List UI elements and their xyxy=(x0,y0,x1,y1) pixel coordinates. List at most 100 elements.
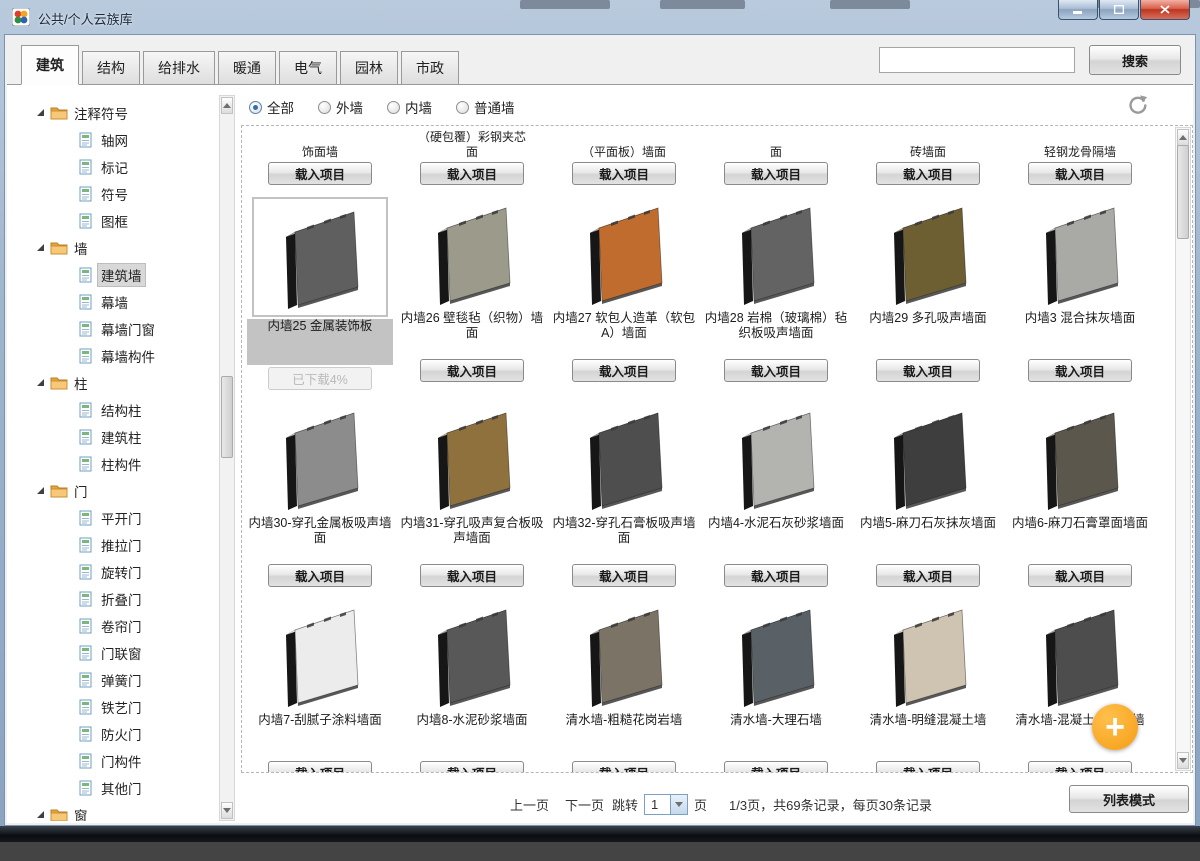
grid-item-1-6[interactable]: 内墙3 混合抹灰墙面载入项目 xyxy=(1006,197,1154,390)
load-into-project-button[interactable]: 载入项目 xyxy=(1028,564,1132,587)
load-into-project-button[interactable]: 载入项目 xyxy=(724,761,828,773)
add-button[interactable]: + xyxy=(1092,704,1138,750)
scrollbar-thumb[interactable] xyxy=(221,376,233,458)
selected-thumbnail-frame[interactable] xyxy=(252,197,388,317)
tab-4[interactable]: 暖通 xyxy=(218,51,276,85)
radio-icon[interactable] xyxy=(318,101,331,114)
tree-item-23[interactable]: 铁艺门 xyxy=(29,693,218,720)
tree-item-14[interactable]: 柱构件 xyxy=(29,450,218,477)
tree-item-3[interactable]: 标记 xyxy=(29,153,218,180)
tree-item-18[interactable]: 旋转门 xyxy=(29,558,218,585)
grid-item-3-2[interactable]: 内墙8-水泥砂浆墙面载入项目 xyxy=(398,599,546,773)
tree-item-8[interactable]: 幕墙 xyxy=(29,288,218,315)
grid-item-1-5[interactable]: 内墙29 多孔吸声墙面载入项目 xyxy=(854,197,1002,390)
tab-3[interactable]: 给排水 xyxy=(143,51,215,85)
load-into-project-button[interactable]: 载入项目 xyxy=(268,162,372,185)
expand-arrow-icon[interactable] xyxy=(35,107,46,118)
grid-item-partial-5[interactable]: 砖墙面载入项目 xyxy=(854,128,1002,185)
thumbnail[interactable] xyxy=(1030,599,1130,711)
thumbnail[interactable] xyxy=(878,197,978,309)
filter-option-3[interactable]: 内墙 xyxy=(387,97,432,117)
load-into-project-button[interactable]: 载入项目 xyxy=(1028,761,1132,773)
tree-item-5[interactable]: 图框 xyxy=(29,207,218,234)
maximize-button[interactable] xyxy=(1099,0,1139,20)
tree-item-25[interactable]: 门构件 xyxy=(29,747,218,774)
thumbnail[interactable] xyxy=(1030,402,1130,514)
tree-item-7[interactable]: 建筑墙 xyxy=(29,261,218,288)
grid-scrollbar[interactable] xyxy=(1175,127,1191,771)
grid-item-3-1[interactable]: 内墙7-刮腻子涂料墙面载入项目 xyxy=(246,599,394,773)
load-into-project-button[interactable]: 载入项目 xyxy=(724,162,828,185)
tab-1[interactable]: 建筑 xyxy=(21,45,79,85)
thumbnail[interactable] xyxy=(878,402,978,514)
thumbnail[interactable] xyxy=(574,599,674,711)
tree-item-17[interactable]: 推拉门 xyxy=(29,531,218,558)
load-into-project-button[interactable]: 载入项目 xyxy=(420,162,524,185)
tree-folder-11[interactable]: 柱 xyxy=(29,369,218,396)
grid-item-1-4[interactable]: 内墙28 岩棉（玻璃棉）毡织板吸声墙面载入项目 xyxy=(702,197,850,390)
grid-item-1-3[interactable]: 内墙27 软包人造革（软包A）墙面载入项目 xyxy=(550,197,698,390)
expand-arrow-icon[interactable] xyxy=(35,377,46,388)
grid-item-partial-2[interactable]: （硬包覆）彩钢夹芯 面载入项目 xyxy=(398,128,546,185)
grid-item-3-4[interactable]: 清水墙-大理石墙载入项目 xyxy=(702,599,850,773)
thumbnail[interactable] xyxy=(878,599,978,711)
tab-6[interactable]: 园林 xyxy=(340,51,398,85)
load-into-project-button[interactable]: 载入项目 xyxy=(268,564,372,587)
load-into-project-button[interactable]: 载入项目 xyxy=(268,761,372,773)
tree-folder-15[interactable]: 门 xyxy=(29,477,218,504)
load-into-project-button[interactable]: 载入项目 xyxy=(876,162,980,185)
list-mode-button[interactable]: 列表模式 xyxy=(1069,785,1189,813)
load-into-project-button[interactable]: 载入项目 xyxy=(876,359,980,382)
tree-item-22[interactable]: 弹簧门 xyxy=(29,666,218,693)
tree-item-19[interactable]: 折叠门 xyxy=(29,585,218,612)
radio-icon[interactable] xyxy=(387,101,400,114)
grid-item-2-1[interactable]: 内墙30-穿孔金属板吸声墙面载入项目 xyxy=(246,402,394,587)
tab-7[interactable]: 市政 xyxy=(401,51,459,85)
minimize-button[interactable] xyxy=(1058,0,1098,20)
grid-item-3-3[interactable]: 清水墙-粗糙花岗岩墙载入项目 xyxy=(550,599,698,773)
thumbnail[interactable] xyxy=(422,402,522,514)
expand-arrow-icon[interactable] xyxy=(35,242,46,253)
load-into-project-button[interactable]: 载入项目 xyxy=(420,761,524,773)
thumbnail[interactable] xyxy=(574,197,674,309)
expand-arrow-icon[interactable] xyxy=(35,809,46,820)
grid-item-partial-6[interactable]: 轻钢龙骨隔墙载入项目 xyxy=(1006,128,1154,185)
grid-item-3-6[interactable]: 清水墙-混凝土空心砖墙载入项目 xyxy=(1006,599,1154,773)
tree-folder-1[interactable]: 注释符号 xyxy=(29,99,218,126)
tree-folder-6[interactable]: 墙 xyxy=(29,234,218,261)
tab-5[interactable]: 电气 xyxy=(279,51,337,85)
download-progress-button[interactable]: 已下载4% xyxy=(268,367,372,390)
refresh-icon[interactable] xyxy=(1125,93,1149,117)
search-button[interactable]: 搜索 xyxy=(1089,45,1181,75)
load-into-project-button[interactable]: 载入项目 xyxy=(724,564,828,587)
load-into-project-button[interactable]: 载入项目 xyxy=(1028,359,1132,382)
thumbnail[interactable] xyxy=(270,402,370,514)
expand-arrow-icon[interactable] xyxy=(35,485,46,496)
next-page-link[interactable]: 下一页 xyxy=(565,795,604,814)
grid-item-2-4[interactable]: 内墙4-水泥石灰砂浆墙面载入项目 xyxy=(702,402,850,587)
thumbnail[interactable] xyxy=(726,197,826,309)
tree-item-12[interactable]: 结构柱 xyxy=(29,396,218,423)
grid-item-2-5[interactable]: 内墙5-麻刀石灰抹灰墙面载入项目 xyxy=(854,402,1002,587)
thumbnail[interactable] xyxy=(726,402,826,514)
tree-item-13[interactable]: 建筑柱 xyxy=(29,423,218,450)
filter-option-2[interactable]: 外墙 xyxy=(318,97,363,117)
grid-item-partial-1[interactable]: 饰面墙载入项目 xyxy=(246,128,394,185)
tree-item-10[interactable]: 幕墙构件 xyxy=(29,342,218,369)
filter-option-4[interactable]: 普通墙 xyxy=(456,97,515,117)
search-input[interactable] xyxy=(879,47,1075,73)
radio-icon[interactable] xyxy=(249,101,262,114)
radio-icon[interactable] xyxy=(456,101,469,114)
tab-2[interactable]: 结构 xyxy=(82,51,140,85)
grid-scrollbar-up-arrow[interactable] xyxy=(1177,129,1189,146)
thumbnail[interactable] xyxy=(422,197,522,309)
tree-item-20[interactable]: 卷帘门 xyxy=(29,612,218,639)
tree-folder-27[interactable]: 窗 xyxy=(29,801,218,821)
grid-item-partial-3[interactable]: （平面板）墙面载入项目 xyxy=(550,128,698,185)
thumbnail[interactable] xyxy=(574,402,674,514)
load-into-project-button[interactable]: 载入项目 xyxy=(420,359,524,382)
load-into-project-button[interactable]: 载入项目 xyxy=(724,359,828,382)
grid-item-2-3[interactable]: 内墙32-穿孔石膏板吸声墙面载入项目 xyxy=(550,402,698,587)
grid-scrollbar-down-arrow[interactable] xyxy=(1177,752,1189,769)
prev-page-link[interactable]: 上一页 xyxy=(510,795,549,814)
